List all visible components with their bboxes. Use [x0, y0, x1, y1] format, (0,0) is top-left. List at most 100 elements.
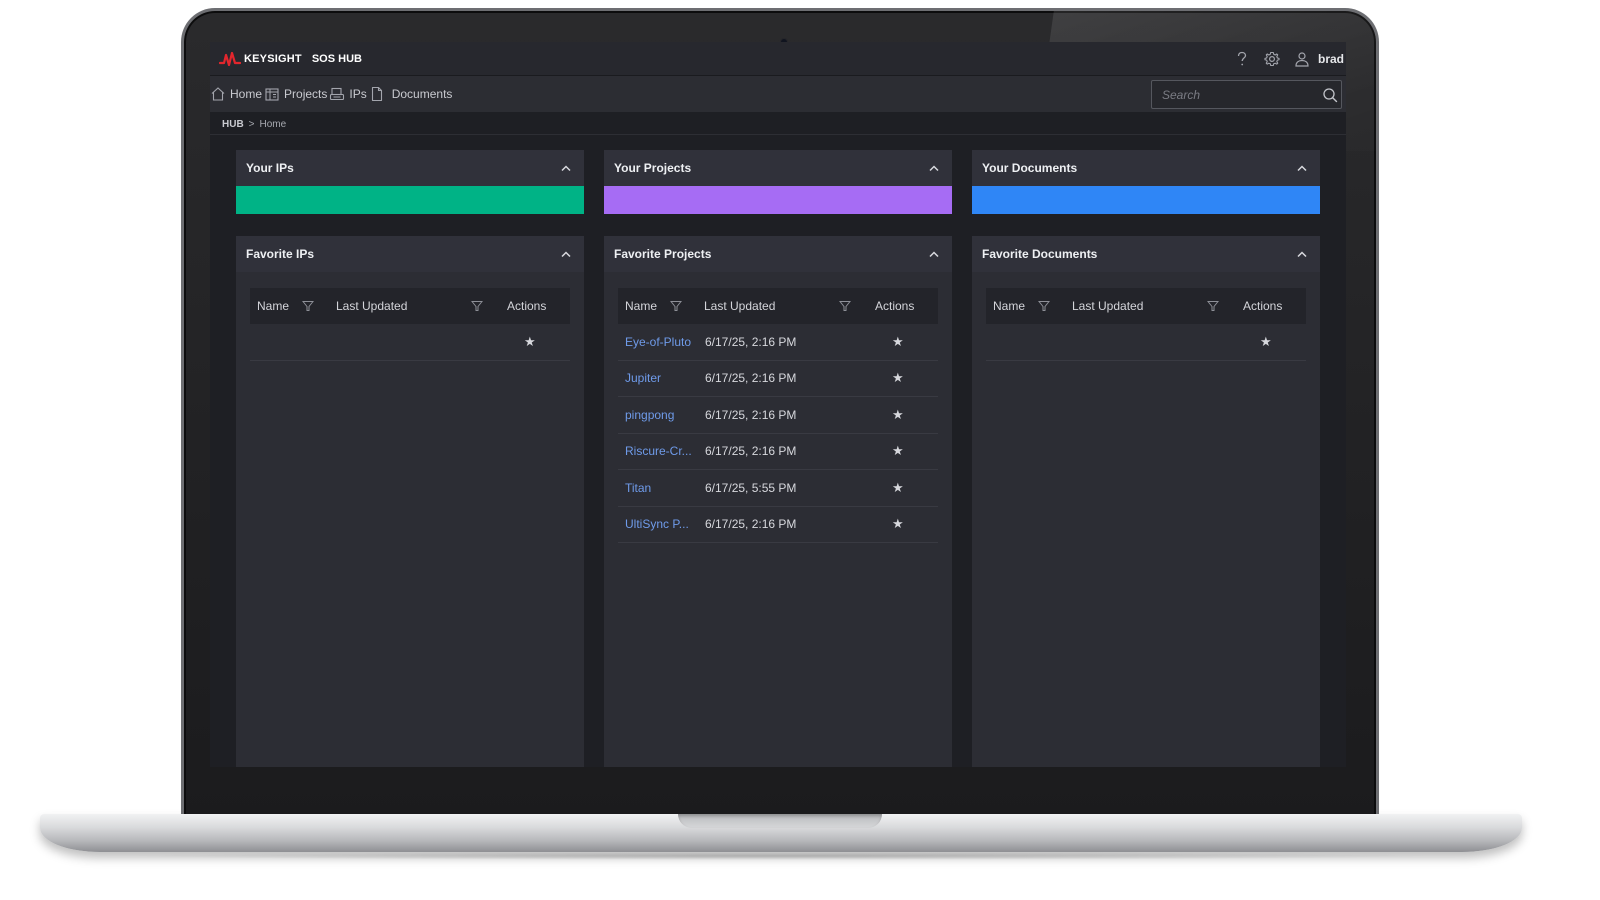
chevron-up-icon[interactable] — [926, 246, 942, 262]
brand-name: KEYSIGHT — [244, 52, 302, 65]
column-header-last-updated[interactable]: Last Updated — [328, 288, 499, 324]
panel-title: Favorite IPs — [246, 247, 315, 261]
column-label: Name — [257, 299, 290, 313]
column-label: Last Updated — [704, 299, 776, 313]
column-header-name[interactable]: Name — [618, 288, 696, 324]
project-last-updated: 6/17/25, 2:16 PM — [705, 407, 797, 422]
panel-your-documents: Your Documents — [972, 150, 1320, 214]
search-icon[interactable] — [1319, 82, 1341, 108]
column-header-actions: Actions — [867, 288, 938, 324]
nav-item-label: Home — [230, 87, 263, 101]
laptop-base-notch — [678, 814, 882, 828]
project-name-link[interactable]: Jupiter — [618, 371, 696, 385]
column-label: Actions — [507, 299, 547, 313]
keysight-wave-icon — [219, 51, 241, 66]
top-right-controls: brad — [1234, 42, 1344, 76]
project-name-link[interactable]: Titan — [618, 481, 696, 495]
column-header-actions: Actions — [1235, 288, 1306, 324]
breadcrumb-root[interactable]: HUB — [222, 119, 244, 130]
project-name-link[interactable]: Riscure-Cr... — [618, 444, 696, 458]
project-last-updated: 6/17/25, 2:16 PM — [705, 371, 797, 386]
chevron-up-icon[interactable] — [1294, 160, 1310, 176]
panel-header: Your Projects — [604, 150, 952, 186]
user-avatar-icon[interactable] — [1294, 51, 1310, 67]
your-projects-bar[interactable] — [604, 186, 952, 214]
chevron-up-icon[interactable] — [926, 160, 942, 176]
your-documents-bar[interactable] — [972, 186, 1320, 214]
project-name-link[interactable]: pingpong — [618, 408, 696, 422]
table-row: UltiSync P... 6/17/25, 2:16 PM ★ — [618, 507, 938, 543]
help-icon[interactable] — [1234, 51, 1250, 67]
your-ips-bar[interactable] — [236, 186, 584, 214]
filter-icon[interactable] — [1206, 300, 1220, 312]
panel-your-projects: Your Projects — [604, 150, 952, 214]
nav-item-projects[interactable]: Projects — [264, 76, 327, 112]
panel-title: Your IPs — [246, 161, 294, 175]
panel-header: Your IPs — [236, 150, 584, 186]
projects-icon — [264, 86, 284, 102]
star-icon[interactable]: ★ — [524, 334, 536, 349]
table-row: Riscure-Cr... 6/17/25, 2:16 PM ★ — [618, 434, 938, 470]
panel-title: Favorite Projects — [614, 247, 712, 261]
logo[interactable]: KEYSIGHT SOS HUB — [219, 51, 362, 66]
column-label: Name — [625, 299, 658, 313]
star-icon[interactable]: ★ — [892, 407, 904, 422]
star-icon[interactable]: ★ — [892, 516, 904, 531]
star-icon[interactable]: ★ — [892, 334, 904, 349]
favorite-documents-table: Name Last Updated Actions ★ — [986, 288, 1306, 361]
nav-item-documents[interactable]: Documents — [369, 76, 453, 112]
panel-title: Favorite Documents — [982, 247, 1098, 261]
column-header-name[interactable]: Name — [986, 288, 1064, 324]
actions-cell: ★ — [499, 334, 570, 350]
nav-item-ips[interactable]: IPs — [329, 76, 367, 112]
settings-gear-icon[interactable] — [1264, 51, 1280, 67]
panel-header: Favorite IPs — [236, 236, 584, 272]
actions-cell: ★ — [867, 407, 938, 423]
actions-cell: ★ — [867, 480, 938, 496]
search-input[interactable] — [1152, 87, 1319, 102]
breadcrumb-current: Home — [259, 118, 287, 130]
table-header: Name Last Updated Actions — [986, 288, 1306, 324]
breadcrumb-separator: > — [248, 118, 255, 130]
actions-cell: ★ — [867, 334, 938, 350]
nav-item-home[interactable]: Home — [210, 76, 262, 112]
favorite-projects-table: Name Last Updated Actions Eye-of-Pluto 6… — [618, 288, 938, 543]
column-header-name[interactable]: Name — [250, 288, 328, 324]
table-row: Eye-of-Pluto 6/17/25, 2:16 PM ★ — [618, 324, 938, 361]
chevron-up-icon[interactable] — [1294, 246, 1310, 262]
panel-favorite-projects: Favorite Projects Name Last Updated Acti… — [604, 236, 952, 767]
filter-icon[interactable] — [470, 300, 484, 312]
table-header: Name Last Updated Actions — [618, 288, 938, 324]
project-last-updated: 6/17/25, 2:16 PM — [705, 517, 797, 532]
filter-icon[interactable] — [669, 300, 683, 312]
table-row: pingpong 6/17/25, 2:16 PM ★ — [618, 397, 938, 434]
star-icon[interactable]: ★ — [892, 370, 904, 385]
filter-icon[interactable] — [301, 300, 315, 312]
nav-item-label: Projects — [284, 87, 328, 101]
filter-icon[interactable] — [838, 300, 852, 312]
column-label: Actions — [875, 299, 915, 313]
project-last-updated: 6/17/25, 2:16 PM — [705, 334, 797, 349]
ips-icon — [329, 86, 349, 102]
nav-item-label: Documents — [391, 87, 453, 101]
home-icon — [210, 86, 230, 102]
star-icon[interactable]: ★ — [1260, 334, 1272, 349]
chevron-up-icon[interactable] — [558, 160, 574, 176]
star-icon[interactable]: ★ — [892, 480, 904, 495]
column-header-last-updated[interactable]: Last Updated — [1064, 288, 1235, 324]
search-box — [1151, 80, 1342, 109]
filter-icon[interactable] — [1037, 300, 1051, 312]
project-last-updated: 6/17/25, 5:55 PM — [705, 480, 797, 495]
chevron-up-icon[interactable] — [558, 246, 574, 262]
star-icon[interactable]: ★ — [892, 443, 904, 458]
project-name-link[interactable]: UltiSync P... — [618, 517, 696, 531]
actions-cell: ★ — [867, 516, 938, 532]
column-label: Name — [993, 299, 1026, 313]
column-header-last-updated[interactable]: Last Updated — [696, 288, 867, 324]
username[interactable]: brad — [1318, 52, 1344, 66]
favorite-ips-table: Name Last Updated Actions ★ — [250, 288, 570, 361]
documents-icon — [369, 86, 389, 102]
actions-cell: ★ — [1235, 334, 1306, 350]
project-name-link[interactable]: Eye-of-Pluto — [618, 335, 696, 349]
divider — [210, 134, 1346, 135]
